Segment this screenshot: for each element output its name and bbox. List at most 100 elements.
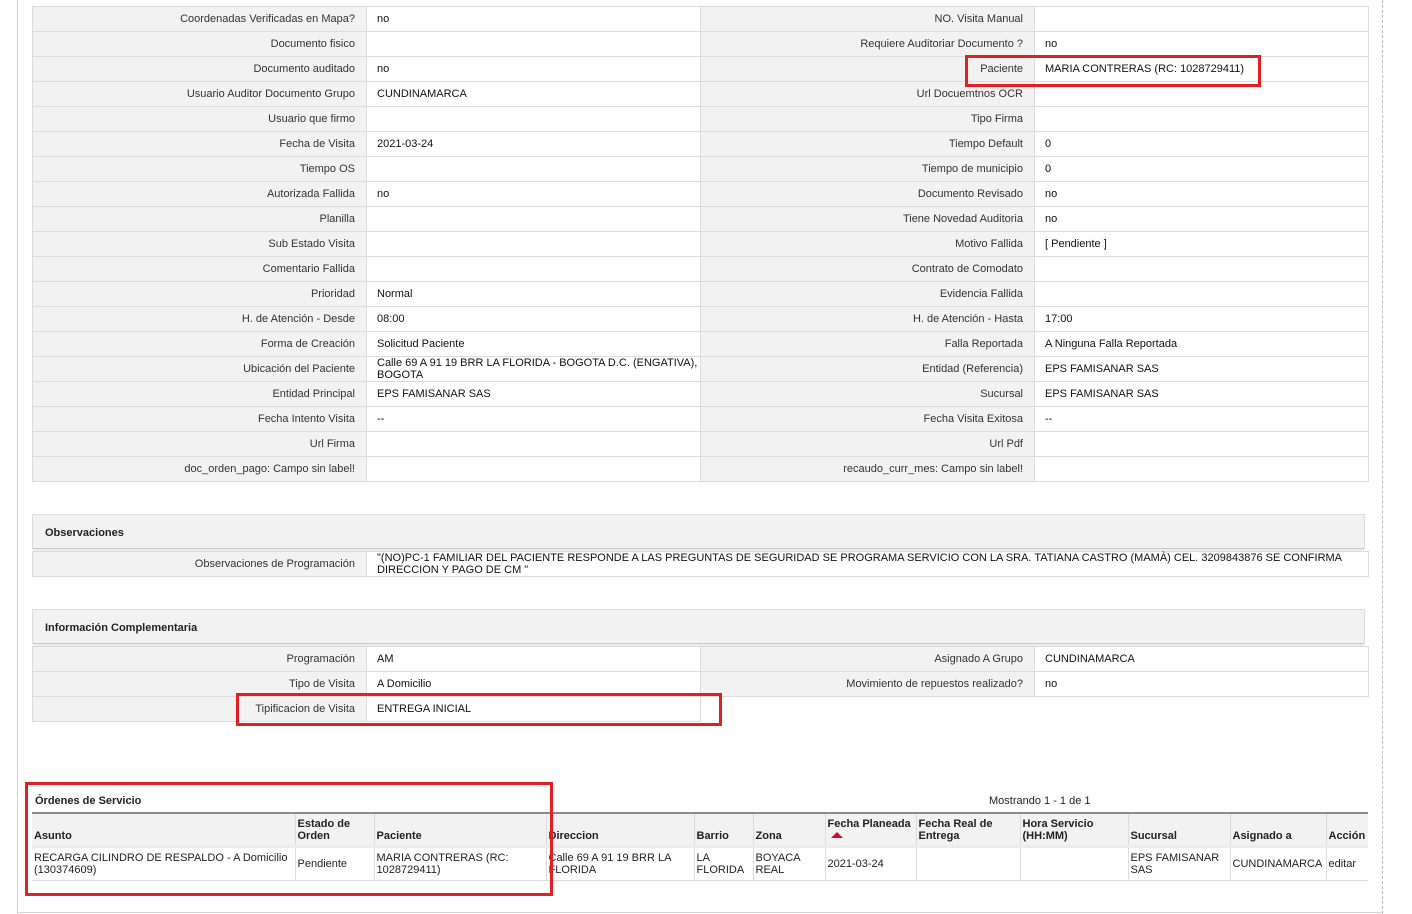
- order-paciente: MARIA CONTRERAS (RC: 1028729411): [373, 846, 546, 881]
- col-header-accion: Acción: [1325, 813, 1368, 848]
- field-value-entidad-referencia: EPS FAMISANAR SAS: [1034, 356, 1369, 382]
- col-header-asignado[interactable]: Asignado a: [1229, 813, 1326, 848]
- field-label-tiempo-os: Tiempo OS: [32, 156, 367, 182]
- field-label-movimiento-de-repuestos-realizado: Movimiento de repuestos realizado?: [700, 671, 1035, 697]
- field-value-url-firma: [366, 431, 701, 457]
- field-row: Prioridad Normal Evidencia Fallida: [32, 281, 1369, 307]
- field-value-forma-de-creacion: Solicitud Paciente: [366, 331, 701, 357]
- field-value-contrato-de-comodato: [1034, 256, 1369, 282]
- ordenes-table: Asunto Estado de Orden Paciente Direccio…: [32, 812, 1368, 881]
- field-label-ubicacion-del-paciente: Ubicación del Paciente: [32, 356, 367, 382]
- right-frame-border: [1382, 0, 1383, 914]
- field-label-forma-de-creacion: Forma de Creación: [32, 331, 367, 357]
- field-value-url-pdf: [1034, 431, 1369, 457]
- order-editar-link[interactable]: editar: [1325, 846, 1368, 881]
- field-label-sub-estado-visita: Sub Estado Visita: [32, 231, 367, 257]
- field-row: Documento auditado no Paciente MARIA CONTRE…: [32, 56, 1369, 82]
- observaciones-row: Observaciones de Programación "(NO)PC-1 …: [32, 551, 1369, 577]
- col-header-fecha-real[interactable]: Fecha Real de Entrega: [915, 813, 1020, 848]
- observaciones-title: Observaciones: [45, 527, 124, 539]
- field-label-usuario-auditor-documento-grupo: Usuario Auditor Documento Grupo: [32, 81, 367, 107]
- field-row: Comentario Fallida Contrato de Comodato: [32, 256, 1369, 282]
- field-row: Entidad Principal EPS FAMISANAR SAS Sucurs…: [32, 381, 1369, 407]
- field-value-motivo-fallida: [ Pendiente ]: [1034, 231, 1369, 257]
- field-row: Tipo de Visita A Domicilio Movimiento de r…: [32, 671, 1369, 697]
- field-label-documento-fisico: Documento fisico: [32, 31, 367, 57]
- bottom-frame-border: [17, 912, 1383, 913]
- field-row: doc_orden_pago: Campo sin label! recaudo_…: [32, 456, 1369, 482]
- field-label-autorizada-fallida: Autorizada Fallida: [32, 181, 367, 207]
- field-label-evidencia-fallida: Evidencia Fallida: [700, 281, 1035, 307]
- field-label-tiene-novedad-auditoria: Tiene Novedad Auditoria: [700, 206, 1035, 232]
- field-label-contrato-de-comodato: Contrato de Comodato: [700, 256, 1035, 282]
- order-sucursal: EPS FAMISANAR SAS: [1127, 846, 1230, 881]
- field-label-comentario-fallida: Comentario Fallida: [32, 256, 367, 282]
- field-label-entidad-principal: Entidad Principal: [32, 381, 367, 407]
- field-value-recaudo-curr-mes-campo-sin-label: [1034, 456, 1369, 482]
- field-row: Coordenadas Verificadas en Mapa? no NO. Vi…: [32, 6, 1369, 32]
- field-label-usuario-que-firmo: Usuario que firmo: [32, 106, 367, 132]
- field-value-sub-estado-visita: [366, 231, 701, 257]
- field-label-planilla: Planilla: [32, 206, 367, 232]
- col-header-barrio[interactable]: Barrio: [693, 813, 753, 848]
- field-value-fecha-visita-exitosa: --: [1034, 406, 1369, 432]
- field-label-h-de-atencion-hasta: H. de Atención - Hasta: [700, 306, 1035, 332]
- field-row: Forma de Creación Solicitud Paciente Falla…: [32, 331, 1369, 357]
- field-value-tiempo-de-municipio: 0: [1034, 156, 1369, 182]
- field-row: Usuario Auditor Documento Grupo CUNDINAMA…: [32, 81, 1369, 107]
- field-label-coordenadas-verificadas-en-mapa: Coordenadas Verificadas en Mapa?: [32, 6, 367, 32]
- ordenes-count: Mostrando 1 - 1 de 1: [989, 795, 1091, 807]
- field-value-h-de-atencion-desde: 08:00: [366, 306, 701, 332]
- field-label-programacion: Programación: [32, 646, 367, 672]
- order-barrio: LA FLORIDA: [693, 846, 753, 881]
- field-label-tiempo-default: Tiempo Default: [700, 131, 1035, 157]
- field-row: Tiempo OS Tiempo de municipio 0: [32, 156, 1369, 182]
- field-value-documento-revisado: no: [1034, 181, 1369, 207]
- field-row: Usuario que firmo Tipo Firma: [32, 106, 1369, 132]
- order-asignado: CUNDINAMARCA: [1229, 846, 1326, 881]
- field-value-movimiento-de-repuestos-realizado: no: [1034, 671, 1369, 697]
- field-row: Programación AM Asignado A Grupo CUNDINAMAR…: [32, 646, 1369, 672]
- field-value-paciente: MARIA CONTRERAS (RC: 1028729411): [1034, 56, 1369, 82]
- field-row: Url Firma Url Pdf: [32, 431, 1369, 457]
- visit-detail-table: Coordenadas Verificadas en Mapa? no NO. Vi…: [32, 6, 1369, 482]
- field-value-sucursal: EPS FAMISANAR SAS: [1034, 381, 1369, 407]
- field-value-h-de-atencion-hasta: 17:00: [1034, 306, 1369, 332]
- field-value-fecha-intento-visita: --: [366, 406, 701, 432]
- field-label-tipo-de-visita: Tipo de Visita: [32, 671, 367, 697]
- field-label-url-pdf: Url Pdf: [700, 431, 1035, 457]
- col-header-sucursal[interactable]: Sucursal: [1127, 813, 1230, 848]
- col-header-zona[interactable]: Zona: [752, 813, 825, 848]
- field-value-documento-auditado: no: [366, 56, 701, 82]
- field-row: Autorizada Fallida no Documento Revisado no: [32, 181, 1369, 207]
- field-value-fecha-de-visita: 2021-03-24: [366, 131, 701, 157]
- field-row: Planilla Tiene Novedad Auditoria no: [32, 206, 1369, 232]
- field-value-doc-orden-pago-campo-sin-label: [366, 456, 701, 482]
- col-header-fecha-planeada[interactable]: Fecha Planeada: [824, 813, 916, 848]
- field-label-asignado-a-grupo: Asignado A Grupo: [700, 646, 1035, 672]
- observaciones-value: "(NO)PC-1 FAMILIAR DEL PACIENTE RESPONDE…: [366, 551, 1369, 577]
- field-value-tiene-novedad-auditoria: no: [1034, 206, 1369, 232]
- field-value-entidad-principal: EPS FAMISANAR SAS: [366, 381, 701, 407]
- col-header-direccion[interactable]: Direccion: [545, 813, 694, 848]
- col-header-estado[interactable]: Estado de Orden: [294, 813, 374, 848]
- field-value-documento-fisico: [366, 31, 701, 57]
- field-value-tipo-de-visita: A Domicilio: [366, 671, 701, 697]
- complementaria-table: Programación AM Asignado A Grupo CUNDINAMAR…: [32, 646, 1369, 722]
- field-label-prioridad: Prioridad: [32, 281, 367, 307]
- field-label-falla-reportada: Falla Reportada: [700, 331, 1035, 357]
- field-value-evidencia-fallida: [1034, 281, 1369, 307]
- col-header-asunto[interactable]: Asunto: [32, 813, 295, 848]
- field-label-h-de-atencion-desde: H. de Atención - Desde: [32, 306, 367, 332]
- field-value-falla-reportada: A Ninguna Falla Reportada: [1034, 331, 1369, 357]
- col-header-hora-servicio[interactable]: Hora Servicio (HH:MM): [1019, 813, 1128, 848]
- field-value-prioridad: Normal: [366, 281, 701, 307]
- field-value-url-docuemtnos-ocr: [1034, 81, 1369, 107]
- field-value-usuario-auditor-documento-grupo: CUNDINAMARCA: [366, 81, 701, 107]
- field-value-autorizada-fallida: no: [366, 181, 701, 207]
- col-header-paciente[interactable]: Paciente: [373, 813, 546, 848]
- sort-ascending-icon: [830, 832, 843, 838]
- field-label-entidad-referencia: Entidad (Referencia): [700, 356, 1035, 382]
- field-row: Fecha Intento Visita -- Fecha Visita Exito…: [32, 406, 1369, 432]
- field-row: Tipificacion de Visita ENTREGA INICIAL: [32, 696, 1369, 722]
